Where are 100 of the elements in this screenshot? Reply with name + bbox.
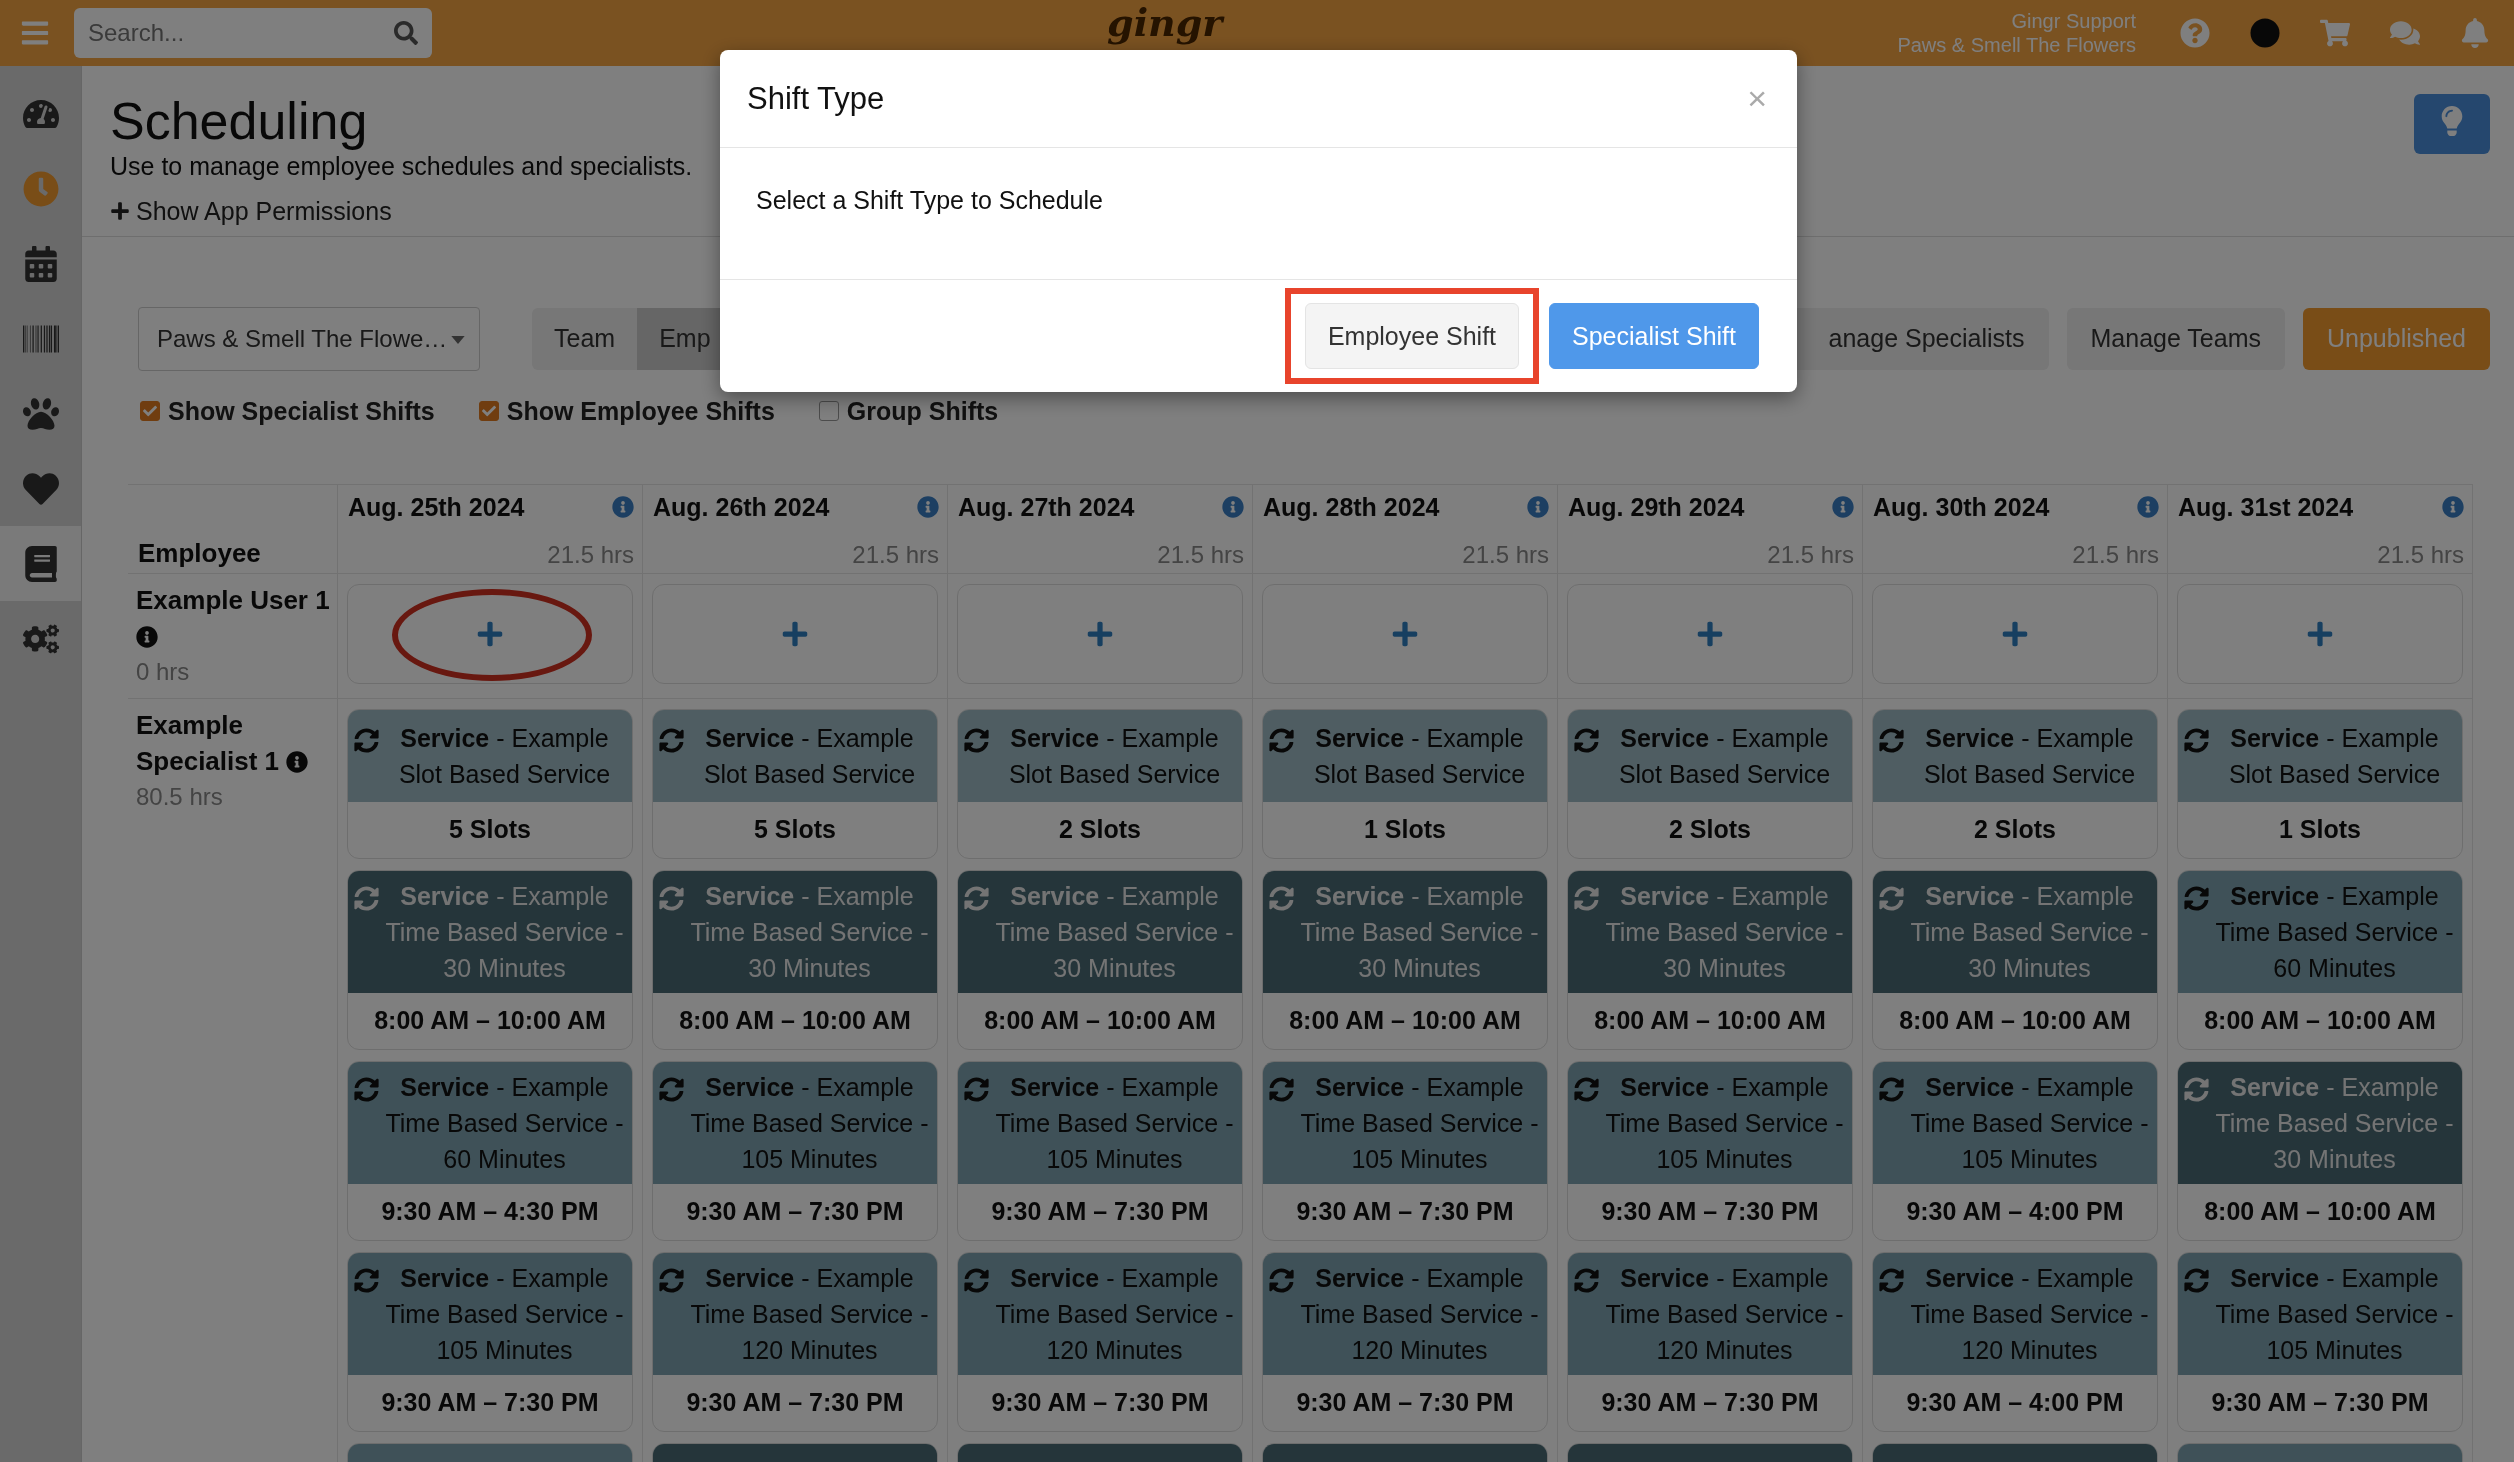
column-header: Employee (138, 537, 262, 569)
calendar-icon[interactable] (22, 245, 59, 282)
cart-icon[interactable] (2320, 18, 2350, 48)
day-hours: 21.5 hrs (2072, 540, 2159, 569)
shift-time: 9:30 AM – 7:30 PM (1296, 1197, 1514, 1227)
shift-card[interactable]: Service - Example Time Based Service - 120 Minutes 9:30 AM – 7:30 PM (652, 1251, 938, 1432)
circle-icon[interactable] (2250, 18, 2280, 48)
shift-card[interactable]: Service - Example Time Based Service - 30 Minutes 8:00 AM – 10:00 AM (1567, 869, 1853, 1050)
chat-icon[interactable] (2390, 18, 2420, 48)
permissions-link[interactable]: Show App Permissions (110, 196, 392, 226)
info-icon[interactable] (917, 496, 939, 519)
checkbox[interactable] (478, 401, 499, 422)
info-icon[interactable] (1832, 496, 1854, 519)
add-shift-button[interactable] (347, 583, 633, 684)
shift-card[interactable]: Service - Example Slot Based Service 1 Slots (2177, 708, 2463, 859)
shift-title: Service - Example Time Based Service - 105 Minutes (1299, 1071, 1540, 1175)
shift-time: 8:00 AM – 10:00 AM (2204, 1006, 2436, 1036)
refresh-icon (964, 1076, 989, 1102)
shift-card[interactable]: Service - Example Slot Based Service 5 Slots (652, 708, 938, 859)
shift-time: 8:00 AM – 10:00 AM (984, 1006, 1216, 1036)
shift-title: Service - Example Slot Based Service (397, 722, 612, 790)
shift-time: 8:00 AM – 10:00 AM (374, 1006, 606, 1036)
shift-card[interactable]: Service - Example Slot Based Service 1 Slots (1262, 708, 1548, 859)
book-icon[interactable] (22, 545, 59, 582)
location-select[interactable]: Paws & Smell The Flowe… (138, 306, 480, 371)
heart-icon[interactable] (22, 470, 59, 507)
info-icon[interactable] (1527, 496, 1549, 519)
nav-item[interactable] (0, 526, 81, 601)
checkbox-label[interactable]: Show Specialist Shifts (168, 396, 435, 426)
info-icon[interactable] (2442, 496, 2464, 519)
info-icon[interactable] (612, 496, 634, 519)
shift-card[interactable]: Service - Example Time Based Service - 30 Minutes 8:00 AM – 10:00 AM (347, 869, 633, 1050)
caret-icon (451, 335, 465, 344)
employee-name: Example User 1 (136, 581, 331, 654)
shift-card[interactable]: Service - Example Time Based Service - 105 Minutes 9:30 AM – 7:30 PM (957, 1060, 1243, 1241)
shift-card[interactable]: Service - Example Time Based Service - 120 Minutes 9:30 AM – 7:30 PM (1567, 1251, 1853, 1432)
info-icon[interactable] (1222, 496, 1244, 519)
refresh-icon (1879, 1076, 1904, 1102)
shift-title: Service - Example Time Based Service - 105 Minutes (689, 1071, 930, 1175)
shift-card[interactable]: Service - Example Slot Based Service 2 Slots (1872, 708, 2158, 859)
refresh-icon (354, 885, 379, 911)
toolbar-button[interactable]: Manage Teams (2066, 307, 2285, 370)
shift-title: Service - Example Slot Based Service (1312, 722, 1527, 790)
shift-card[interactable]: Service - Example Time Based Service - 105 Minutes 9:30 AM – 7:30 PM (652, 1060, 938, 1241)
shift-card[interactable]: Service - Example Slot Based Service 2 Slots (1567, 708, 1853, 859)
checkbox[interactable] (140, 401, 160, 422)
shift-time: 9:30 AM – 7:30 PM (686, 1388, 904, 1418)
refresh-icon (659, 1076, 684, 1102)
shift-card[interactable]: Service - Example Time Based Service - 30 Minutes 8:00 AM – 10:00 AM (652, 869, 938, 1050)
shift-card[interactable]: Service - Example Time Based Service - 105 Minutes 9:30 AM – 7:30 PM (347, 1251, 633, 1432)
modal-backdrop[interactable] (0, 0, 2514, 1462)
search-field[interactable]: Search... (74, 8, 432, 58)
refresh-icon (2184, 1076, 2209, 1102)
shift-title: Service - Example Time Based Service - 30 Minutes (994, 880, 1235, 984)
shift-card[interactable]: Service - Example Time Based Service - 30 Minutes 8:00 AM – 10:00 AM (1262, 869, 1548, 1050)
slot-count: 2 Slots (1669, 815, 1751, 845)
help-icon[interactable] (2180, 18, 2210, 48)
checkbox-label[interactable]: Show Employee Shifts (506, 396, 775, 426)
shift-card[interactable]: Service - Example Time Based Service - 105 Minutes 9:30 AM – 7:30 PM (2177, 1251, 2463, 1432)
shift-card[interactable]: Service - Example Time Based Service - 60 Minutes 8:00 AM – 10:00 AM (2177, 869, 2463, 1050)
shift-title: Service - Example Slot Based Service (1922, 722, 2137, 790)
shift-card[interactable]: Service - Example Time Based Service - 120 Minutes 9:30 AM – 7:30 PM (957, 1251, 1243, 1432)
shift-card[interactable]: Service - Example Slot Based Service 2 Slots (957, 708, 1243, 859)
shift-title: Service - Example Time Based Service - 120 Minutes (994, 1262, 1235, 1366)
refresh-icon (659, 1267, 684, 1293)
refresh-icon (1269, 1076, 1294, 1102)
refresh-icon (354, 1076, 379, 1102)
bell-icon[interactable] (2460, 18, 2490, 48)
shift-card[interactable]: Service - Example Time Based Service - 30 Minutes 8:00 AM – 10:00 AM (2177, 1060, 2463, 1241)
shift-card[interactable]: Service - Example Time Based Service - 105 Minutes 9:30 AM – 4:00 PM (1872, 1060, 2158, 1241)
modal-button[interactable]: Specialist Shift (1549, 303, 1759, 369)
shift-card[interactable]: Service - Example Time Based Service - 120 Minutes 9:30 AM – 4:00 PM (1872, 1251, 2158, 1432)
refresh-icon (2184, 1267, 2209, 1293)
shift-card[interactable]: Service - Example Time Based Service - 30 Minutes 8:00 AM – 10:00 AM (1872, 869, 2158, 1050)
shift-card[interactable]: Service - Example Time Based Service - 105 Minutes 9:30 AM – 7:30 PM (1262, 1060, 1548, 1241)
checkbox[interactable] (818, 401, 839, 422)
shift-card[interactable]: Service - Example Time Based Service - 30 Minutes 8:00 AM – 10:00 AM (957, 869, 1243, 1050)
info-icon[interactable] (136, 625, 158, 648)
view-tab[interactable]: Team (532, 307, 638, 370)
shift-title: Service - Example Time Based Service - 105 Minutes (2214, 1262, 2455, 1366)
modal-button[interactable]: Employee Shift (1304, 303, 1520, 369)
shift-title: Service - Example Time Based Service - 105 Minutes (1909, 1071, 2150, 1175)
day-hours: 21.5 hrs (1462, 540, 1549, 569)
shift-title: Service - Example Time Based Service - 30 Minutes (689, 880, 930, 984)
refresh-icon (659, 885, 684, 911)
info-icon[interactable] (2137, 496, 2159, 519)
shift-title: Service - Example Time Based Service - 105 Minutes (994, 1071, 1235, 1175)
employee-hours: 0 hrs (136, 656, 191, 687)
shift-card[interactable]: Service - Example Time Based Service - 105 Minutes 9:30 AM – 7:30 PM (1567, 1060, 1853, 1241)
slot-count: 2 Slots (1974, 815, 2056, 845)
search-icon[interactable] (394, 21, 418, 45)
shift-card[interactable]: Service - Example Time Based Service - 120 Minutes 9:30 AM – 7:30 PM (1262, 1251, 1548, 1432)
refresh-icon (659, 727, 684, 753)
date-header: Aug. 26th 2024 (653, 492, 830, 522)
lightbulb-button[interactable] (2414, 94, 2490, 154)
checkbox-label[interactable]: Group Shifts (846, 396, 999, 426)
shift-card[interactable]: Service - Example Time Based Service - 60 Minutes 9:30 AM – 4:30 PM (347, 1060, 633, 1241)
paw-icon[interactable] (22, 395, 59, 432)
info-icon[interactable] (286, 750, 309, 773)
shift-card[interactable]: Service - Example Slot Based Service 5 Slots (347, 708, 633, 859)
